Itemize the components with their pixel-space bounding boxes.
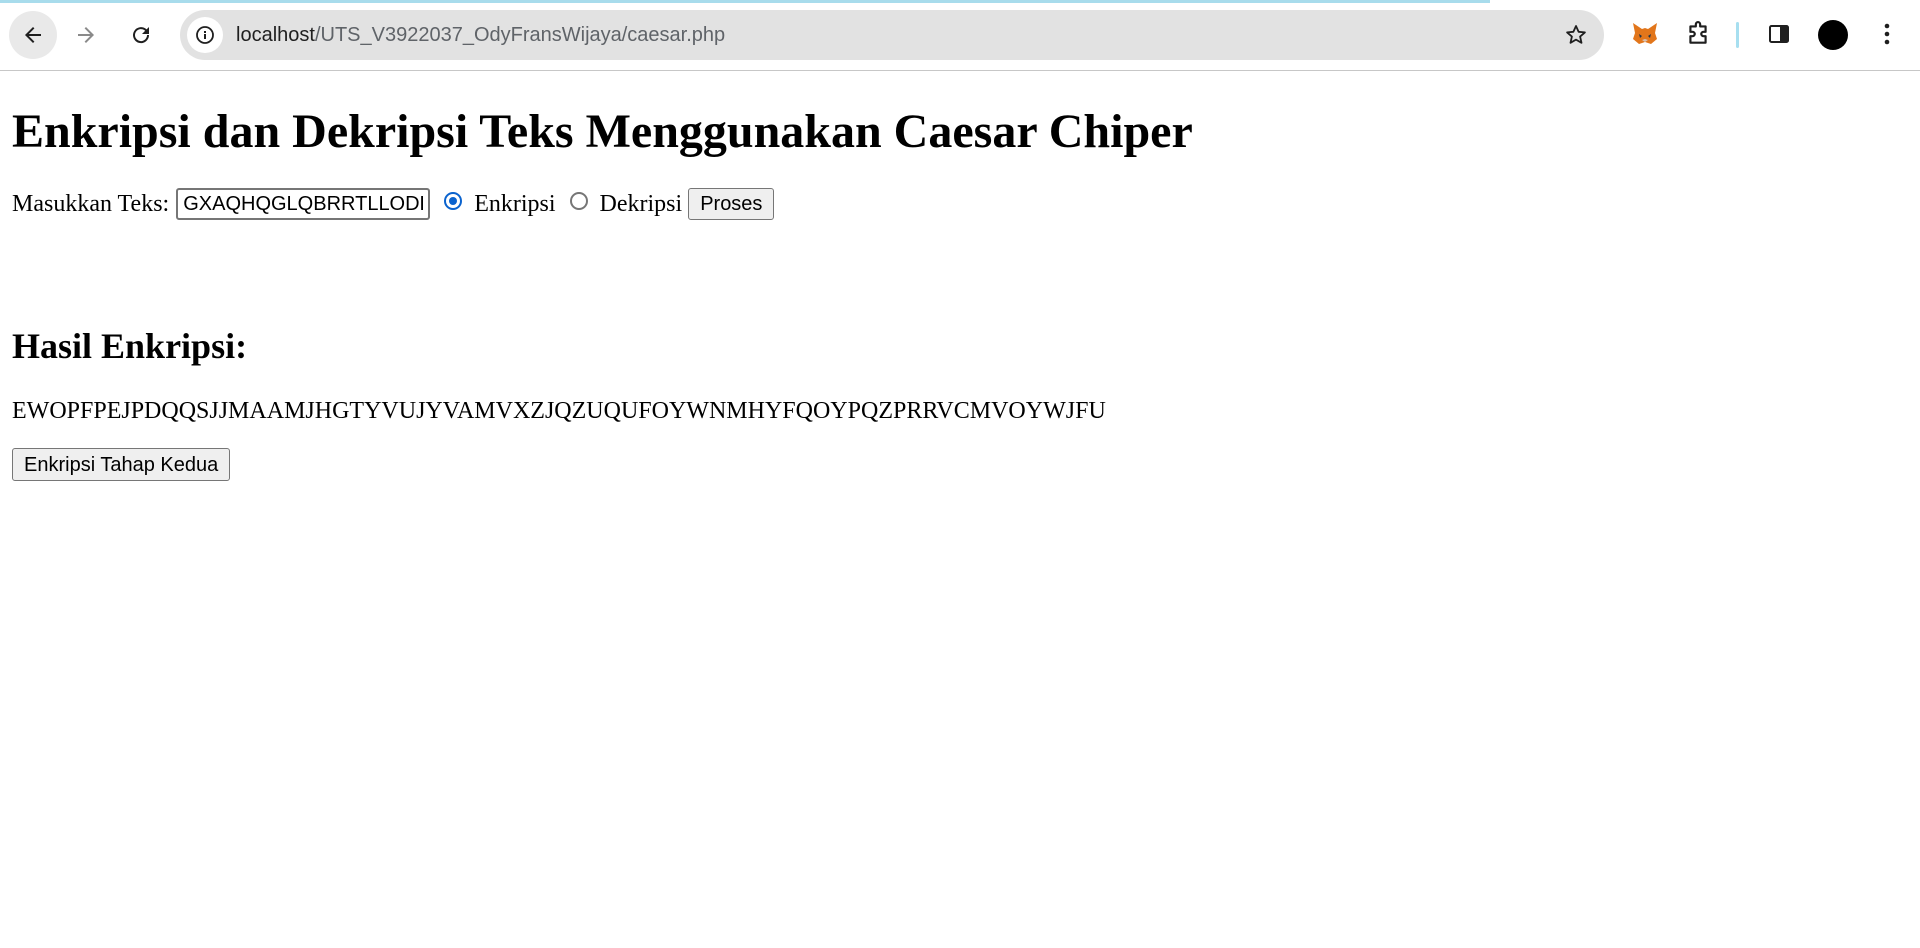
back-button[interactable]: [9, 11, 57, 59]
metamask-extension-button[interactable]: [1629, 18, 1661, 50]
extensions-button[interactable]: [1682, 18, 1714, 50]
input-label: Masukkan Teks:: [12, 191, 170, 217]
encrypt-radio-label[interactable]: Enkripsi: [474, 190, 555, 218]
cipher-form: Masukkan Teks: Enkripsi Dekripsi Proses: [12, 188, 775, 220]
decrypt-radio-label[interactable]: Dekripsi: [600, 190, 683, 218]
page-title: Enkripsi dan Dekripsi Teks Menggunakan C…: [12, 105, 1193, 158]
metamask-fox-icon: [1633, 23, 1657, 44]
url-text[interactable]: localhost/UTS_V3922037_OdyFransWijaya/ca…: [236, 24, 725, 46]
toolbar-divider: [1736, 22, 1739, 48]
kebab-menu-icon: [1884, 23, 1890, 45]
address-bar[interactable]: localhost/UTS_V3922037_OdyFransWijaya/ca…: [180, 10, 1604, 60]
browser-menu-button[interactable]: [1871, 18, 1903, 50]
side-panel-button[interactable]: [1763, 18, 1795, 50]
back-arrow-icon: [25, 27, 41, 43]
result-text: EWOPFPEJPDQQSJJMAAMJHGTYVUJYVAMVXZJQZUQU…: [12, 398, 1106, 424]
bookmark-button[interactable]: [1562, 21, 1590, 49]
forward-arrow-icon: [78, 27, 94, 43]
decrypt-radio[interactable]: [569, 192, 588, 210]
extensions-puzzle-icon: [1689, 21, 1707, 44]
encrypt-radio[interactable]: [444, 192, 463, 210]
forward-button[interactable]: [62, 11, 110, 59]
reload-icon: [133, 27, 150, 44]
bookmark-star-icon: [1566, 25, 1586, 44]
result-heading: Hasil Enkripsi:: [12, 326, 248, 366]
second-stage-encrypt-button[interactable]: Enkripsi Tahap Kedua: [12, 448, 231, 481]
process-button[interactable]: Proses: [688, 188, 775, 220]
site-info-icon: [196, 26, 214, 44]
text-input[interactable]: [176, 188, 431, 220]
side-panel-icon: [1769, 25, 1789, 43]
page-load-progress-bar: [0, 0, 1490, 3]
site-info-button[interactable]: [187, 17, 223, 53]
browser-toolbar: localhost/UTS_V3922037_OdyFransWijaya/ca…: [0, 0, 1920, 71]
url-path: /UTS_V3922037_OdyFransWijaya/caesar.php: [314, 24, 726, 46]
url-host: localhost: [236, 24, 315, 46]
reload-button[interactable]: [117, 11, 165, 59]
profile-avatar[interactable]: [1818, 20, 1848, 50]
